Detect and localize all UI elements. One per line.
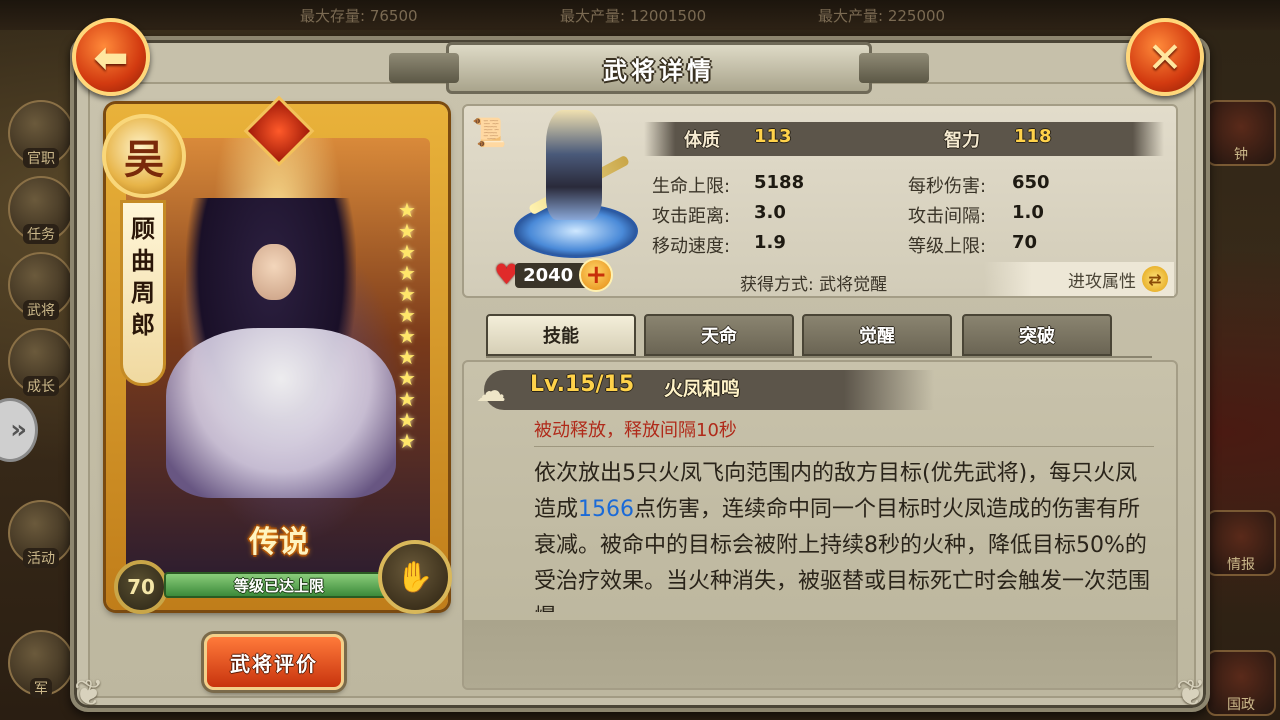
menu-bell[interactable]: 钟 <box>1206 100 1276 166</box>
stats-panel: 📜 ♥ 2040 + 体质 113 智力 118 生命上限: 5188 每秒伤害… <box>462 104 1178 298</box>
back-button[interactable]: ⬅ <box>72 18 150 96</box>
level-cap-value: 70 <box>1012 232 1038 253</box>
menu-army[interactable]: 军 <box>8 630 74 698</box>
star-icon: ★ <box>398 219 416 243</box>
unit-model <box>504 106 644 266</box>
swap-icon: ⇄ <box>1142 266 1168 292</box>
skill-level: Lv.15/15 <box>530 372 635 397</box>
resource-stat: 最大存量: 76500 <box>300 7 418 25</box>
star-icon: ★ <box>398 324 416 348</box>
resource-stat: 最大产量: 225000 <box>818 7 946 25</box>
cloud-ornament-icon: ☁ <box>476 374 506 409</box>
obtain-label: 获得方式: <box>740 275 814 295</box>
star-icon: ★ <box>398 408 416 432</box>
star-icon: ★ <box>398 387 416 411</box>
dps-value: 650 <box>1012 172 1050 193</box>
chevron-double-icon: » <box>10 415 27 445</box>
star-icon: ★ <box>398 303 416 327</box>
faction-badge: 吴 <box>102 114 186 198</box>
power-row: ♥ 2040 + <box>494 258 614 292</box>
constitution-label: 体质 <box>684 130 720 151</box>
star-icon: ★ <box>398 198 416 222</box>
resource-stat: 最大产量: 12001500 <box>560 7 707 25</box>
menu-quest[interactable]: 任务 <box>8 176 74 244</box>
hero-level-badge: 70 <box>114 560 168 614</box>
star-icon: ★ <box>398 240 416 264</box>
skill-description[interactable]: 依次放出5只火凤飞向范围内的敌方目标(优先武将)，每只火凤造成1566点伤害，连… <box>534 456 1154 612</box>
dps-label: 每秒伤害: <box>908 176 987 197</box>
tab-breakthrough[interactable]: 突破 <box>962 314 1112 356</box>
menu-events[interactable]: 活动 <box>8 500 74 568</box>
right-side-menu: 钟 情报 国政 <box>1200 90 1280 716</box>
range-value: 3.0 <box>754 202 786 223</box>
obtain-method: 获得方式: 武将觉醒 <box>740 270 887 295</box>
speed-value: 1.9 <box>754 232 786 253</box>
hp-max-label: 生命上限: <box>652 176 731 197</box>
menu-state[interactable]: 国政 <box>1206 650 1276 716</box>
hero-name: 顾 曲 周 郎 <box>120 200 166 386</box>
close-x-icon: ✕ <box>1147 32 1183 82</box>
close-button[interactable]: ✕ <box>1126 18 1204 96</box>
menu-generals[interactable]: 武将 <box>8 252 74 320</box>
add-power-button[interactable]: + <box>579 258 614 292</box>
menu-growth[interactable]: 成长 <box>8 328 74 396</box>
rarity-label: 传说 <box>249 525 309 560</box>
star-icon: ★ <box>398 282 416 306</box>
interval-label: 攻击间隔: <box>908 206 987 227</box>
star-icon: ★ <box>398 429 416 453</box>
star-rating: ★ ★ ★ ★ ★ ★ ★ ★ ★ ★ ★ ★ <box>398 200 422 451</box>
tab-destiny[interactable]: 天命 <box>644 314 794 356</box>
interval-value: 1.0 <box>1012 202 1044 223</box>
star-icon: ★ <box>398 366 416 390</box>
speed-label: 移动速度: <box>652 236 731 257</box>
intelligence-value: 118 <box>1014 126 1052 147</box>
intelligence-label: 智力 <box>944 130 980 151</box>
menu-official[interactable]: 官职 <box>8 100 74 168</box>
range-label: 攻击距离: <box>652 206 731 227</box>
scroll-icon[interactable]: 📜 <box>470 112 508 152</box>
resource-bar: 最大存量: 76500 最大产量: 12001500 最大产量: 225000 <box>0 0 1280 30</box>
rate-general-button[interactable]: 武将评价 <box>204 634 344 690</box>
constitution-value: 113 <box>754 126 792 147</box>
arrow-left-icon: ⬅ <box>93 32 129 82</box>
attr-toggle-label: 进攻属性 <box>1068 271 1136 292</box>
star-icon: ★ <box>398 261 416 285</box>
tab-awaken[interactable]: 觉醒 <box>802 314 952 356</box>
primary-stats: 体质 113 智力 118 <box>644 122 1164 156</box>
fan-weapon-icon[interactable]: ✋ <box>378 540 452 614</box>
title-plate: 武将详情 <box>389 42 929 94</box>
level-max-bar: 等级已达上限 <box>164 572 394 598</box>
menu-intel[interactable]: 情报 <box>1206 510 1276 576</box>
level-cap-label: 等级上限: <box>908 236 987 257</box>
hero-card[interactable]: 吴 顾 曲 周 郎 ★ ★ ★ ★ ★ ★ ★ ★ ★ ★ ★ ★ 传说 70 等级已达上限 ✋ <box>102 95 452 614</box>
skill-name: 火凤和鸣 <box>664 378 741 400</box>
skill-panel: ☁ Lv.15/15 火凤和鸣 被动释放，释放间隔10秒 依次放出5只火凤飞向范… <box>462 360 1178 690</box>
hp-max-value: 5188 <box>754 172 805 193</box>
skill-trigger: 被动释放，释放间隔10秒 <box>534 420 737 441</box>
damage-value: 1566 <box>578 497 635 522</box>
star-icon: ★ <box>398 345 416 369</box>
obtain-value: 武将觉醒 <box>819 275 888 295</box>
tab-skills[interactable]: 技能 <box>486 314 636 356</box>
dialog-title: 武将详情 <box>603 56 715 85</box>
plus-icon: + <box>585 260 608 290</box>
attack-attributes-toggle[interactable]: 进攻属性 ⇄ <box>984 262 1174 296</box>
corner-ornament-icon: ❦ <box>73 672 105 714</box>
